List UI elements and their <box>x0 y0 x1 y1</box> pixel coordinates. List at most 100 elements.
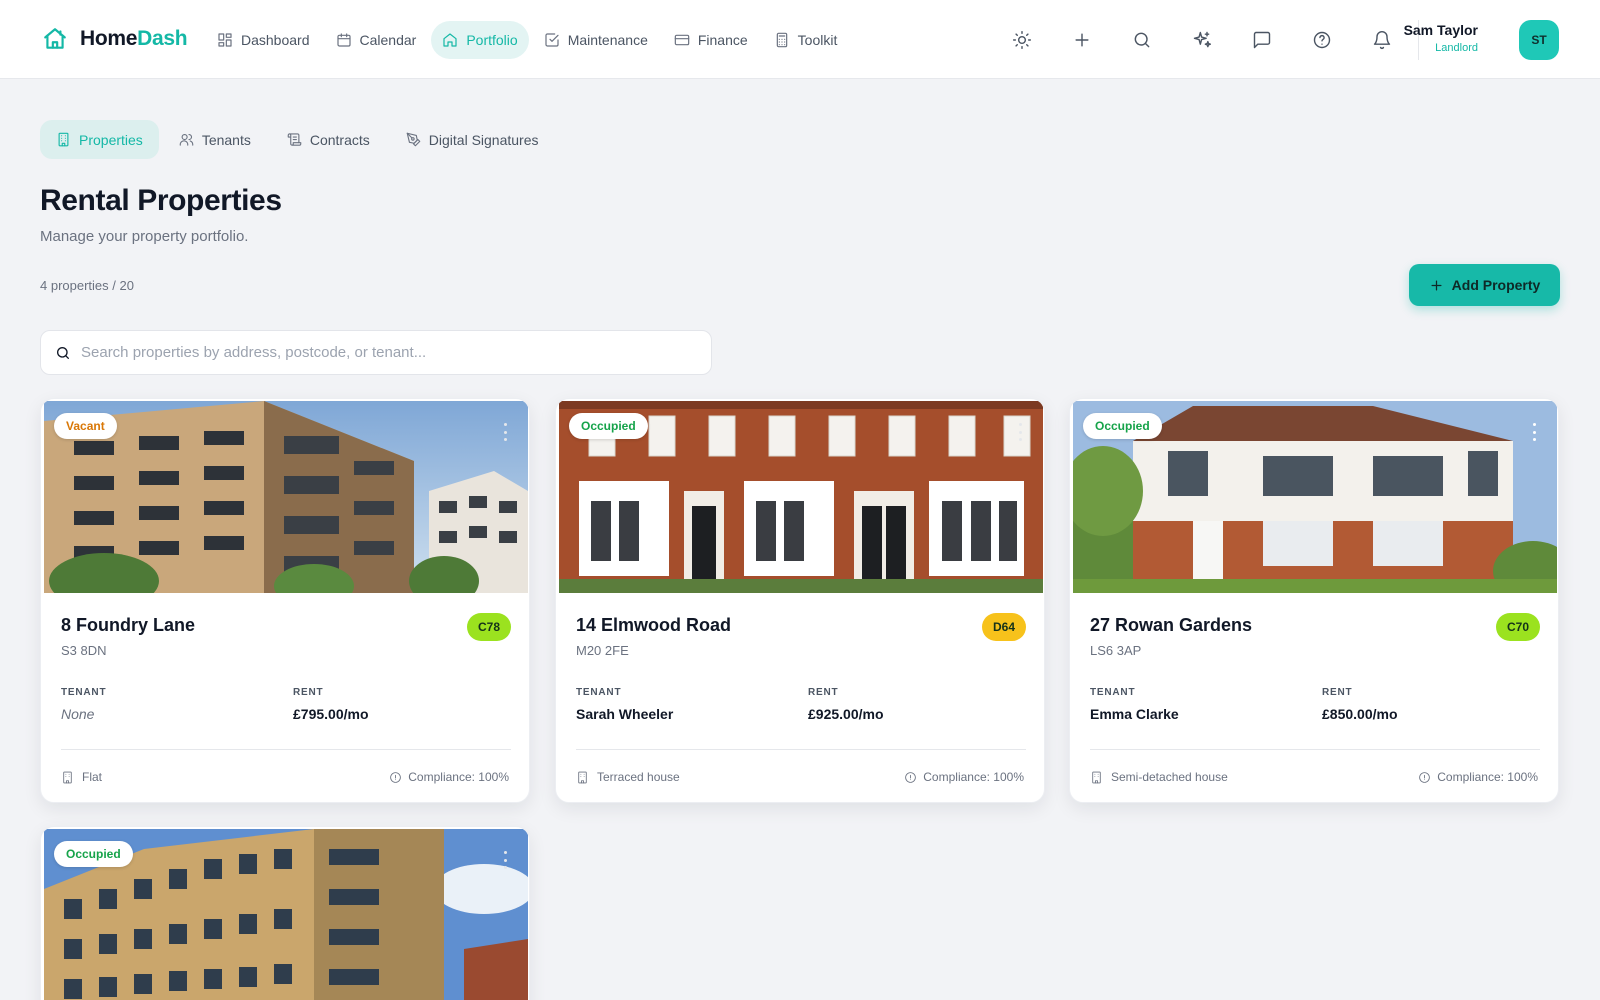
property-type: Flat <box>61 770 102 784</box>
epc-rating-badge: C70 <box>1495 613 1540 641</box>
nav-item-label: Finance <box>697 32 748 48</box>
property-count: 4 properties / 20 <box>40 278 134 293</box>
rent-label: RENT <box>1322 687 1353 698</box>
checkbox-icon <box>545 33 559 47</box>
property-photo: Occupied <box>1073 401 1557 593</box>
bell-icon <box>1373 31 1391 50</box>
compliance-label: Compliance: 100% <box>923 770 1024 784</box>
compliance-label: Compliance: 100% <box>408 770 509 784</box>
brand-name: HomeDash <box>80 27 188 50</box>
tab-contracts[interactable]: Contracts <box>271 120 386 159</box>
nav-item-label: Maintenance <box>567 32 648 48</box>
property-search-bar <box>40 330 712 375</box>
rent-label: RENT <box>808 687 839 698</box>
add-property-button[interactable]: Add Property <box>1409 264 1560 306</box>
avatar[interactable]: ST <box>1519 20 1559 60</box>
property-postcode: M20 2FE <box>576 643 629 658</box>
info-circle-icon <box>1419 771 1431 783</box>
compliance-indicator: Compliance: 100% <box>904 770 1024 784</box>
brand-logo[interactable]: HomeDash <box>42 26 188 52</box>
property-type-label: Flat <box>82 770 103 784</box>
plus-icon <box>1431 280 1442 290</box>
tab-properties[interactable]: Properties <box>40 120 159 159</box>
home-icon <box>443 33 457 47</box>
tenant-label: TENANT <box>576 687 622 698</box>
tab-tenants[interactable]: Tenants <box>163 120 267 159</box>
property-postcode: LS6 3AP <box>1090 643 1142 658</box>
nav-item-dashboard[interactable]: Dashboard <box>206 21 321 59</box>
property-address: 27 Rowan Gardens <box>1090 615 1253 635</box>
tenant-value: None <box>61 706 95 722</box>
nav-item-toolkit[interactable]: Toolkit <box>763 21 849 59</box>
calculator-icon <box>776 32 787 48</box>
rent-value: £795.00/mo <box>293 706 369 722</box>
compliance-indicator: Compliance: 100% <box>1418 770 1538 784</box>
status-badge: Occupied <box>1083 413 1162 439</box>
property-address: 8 Foundry Lane <box>61 615 196 635</box>
card-menu-button[interactable] <box>502 851 508 869</box>
tenant-value: Sarah Wheeler <box>576 706 674 722</box>
credit-card-icon <box>674 34 690 46</box>
property-card[interactable]: Occupied <box>40 826 530 1000</box>
tenant-value: Emma Clarke <box>1090 706 1179 722</box>
nav-item-label: Dashboard <box>241 32 310 48</box>
scroll-icon <box>287 133 302 146</box>
property-card[interactable]: Occupied 27 Rowan Gardens LS6 3AP C70 TE… <box>1069 398 1559 803</box>
search-button[interactable] <box>1122 20 1162 60</box>
card-menu-button[interactable] <box>1531 423 1537 441</box>
status-badge: Occupied <box>569 413 648 439</box>
info-circle-icon <box>905 771 917 783</box>
pen-icon <box>406 132 421 147</box>
compliance-indicator: Compliance: 100% <box>389 770 509 784</box>
add-property-label: Add Property <box>1451 277 1541 293</box>
nav-item-maintenance[interactable]: Maintenance <box>533 21 659 59</box>
rent-label: RENT <box>293 687 324 698</box>
tab-digital-signatures[interactable]: Digital Signatures <box>390 120 555 159</box>
tenant-label: TENANT <box>1090 687 1136 698</box>
chat-icon <box>1253 31 1271 49</box>
help-icon <box>1313 31 1331 49</box>
card-menu-button[interactable] <box>502 423 508 441</box>
help-button[interactable] <box>1302 20 1342 60</box>
tab-label: Properties <box>79 131 143 148</box>
calendar-icon <box>336 33 351 47</box>
property-type-label: Semi-detached house <box>1111 770 1228 784</box>
property-card[interactable]: Occupied 14 Elmwood Road M20 2FE D64 TEN… <box>555 398 1045 803</box>
sparkles-icon <box>1193 31 1212 48</box>
create-button[interactable] <box>1062 20 1102 60</box>
user-role: Landlord <box>1435 42 1478 54</box>
property-type-label: Terraced house <box>597 770 680 784</box>
epc-rating-badge: D64 <box>981 613 1026 641</box>
search-icon <box>57 346 69 359</box>
tab-label: Contracts <box>309 131 370 148</box>
search-input[interactable] <box>81 344 681 361</box>
building-icon <box>63 771 72 783</box>
page-title: Rental Properties <box>40 184 282 217</box>
users-icon <box>179 133 194 146</box>
property-card[interactable]: Vacant 8 Foundry Lane S3 8DN C78 TENANT … <box>40 398 530 803</box>
notifications-button[interactable] <box>1362 20 1402 60</box>
messages-button[interactable] <box>1242 20 1282 60</box>
card-divider <box>576 749 1026 750</box>
property-postcode: S3 8DN <box>61 643 107 658</box>
card-menu-button[interactable] <box>1017 423 1023 441</box>
ai-assistant-button[interactable] <box>1182 20 1222 60</box>
apartment-photo <box>44 401 528 593</box>
user-name: Sam Taylor <box>1403 22 1478 38</box>
nav-item-label: Calendar <box>359 32 417 48</box>
rent-value: £850.00/mo <box>1322 706 1398 722</box>
info-circle-icon <box>390 771 402 783</box>
property-photo: Vacant <box>44 401 528 593</box>
nav-item-portfolio[interactable]: Portfolio <box>431 21 529 59</box>
main-nav: Dashboard Calendar Portfolio Maintenance… <box>206 21 848 59</box>
building-icon <box>58 132 69 147</box>
property-address: 14 Elmwood Road <box>576 615 732 635</box>
search-icon <box>1134 32 1150 48</box>
nav-item-finance[interactable]: Finance <box>663 21 759 59</box>
epc-rating-badge: C78 <box>466 613 511 641</box>
theme-toggle-button[interactable] <box>1002 20 1042 60</box>
dashboard-icon <box>218 33 232 47</box>
property-type: Semi-detached house <box>1090 770 1228 784</box>
user-info[interactable]: Sam Taylor Landlord <box>1404 22 1478 54</box>
nav-item-calendar[interactable]: Calendar <box>325 21 428 59</box>
